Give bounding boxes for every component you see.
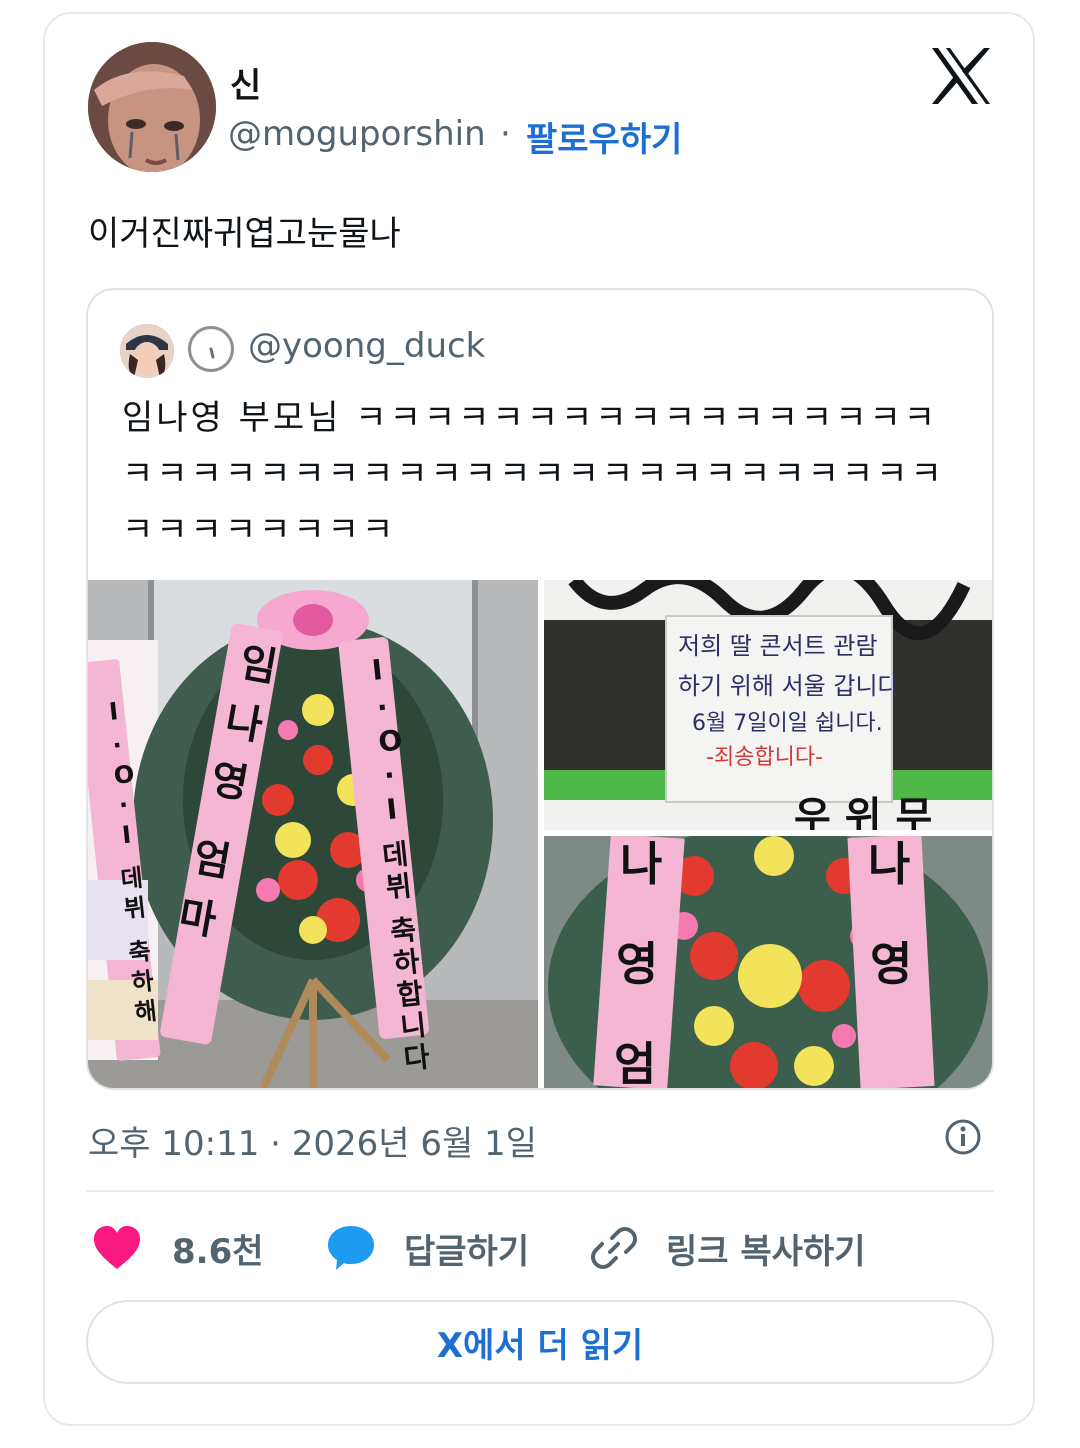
read-more-label: X에서 더 읽기 xyxy=(436,1325,644,1366)
link-icon xyxy=(591,1227,637,1269)
author-handle[interactable]: @moguporshin xyxy=(228,114,486,154)
quoted-tweet[interactable]: @yoong_duck 임나영 부모님 ㅋㅋㅋㅋㅋㅋㅋㅋㅋㅋㅋㅋㅋㅋㅋㅋㅋㅋㅋㅋ… xyxy=(86,288,994,1090)
author-display-name[interactable]: 신 xyxy=(230,58,261,107)
author-avatar[interactable] xyxy=(88,42,216,172)
sign-line4: -죄송합니다- xyxy=(706,745,823,770)
follow-button[interactable]: 팔로우하기 xyxy=(526,112,682,161)
copy-link-button[interactable]: 링크 복사하기 xyxy=(590,1224,866,1272)
tweet-text: 이거진짜귀엽고눈물나 xyxy=(88,214,401,254)
heart-icon xyxy=(94,1226,140,1269)
like-count: 8.6천 xyxy=(172,1231,264,1272)
reply-button[interactable]: 답글하기 xyxy=(326,1224,529,1272)
reply-label: 답글하기 xyxy=(404,1231,530,1272)
clock-badge-icon xyxy=(188,326,234,372)
closeup-ribbon-left-text: 나영엄 xyxy=(614,837,662,1088)
sign-line2: 하기 위해 서울 갑니다 xyxy=(678,672,900,700)
quoted-media-grid[interactable]: 임나영엄마 I·O·I데뷔축하합니다 I·O·I데뷔축하해 저희 딸 콘서트 관… xyxy=(88,580,992,1088)
separator-dot: · xyxy=(500,114,511,154)
quoted-author-handle[interactable]: @yoong_duck xyxy=(248,326,485,366)
sign-bottom-text: 우 위 무 xyxy=(794,794,932,830)
closed-sign-photo[interactable]: 저희 딸 콘서트 관람 하기 위해 서울 갑니다 6월 7일이일 쉽니다. -죄… xyxy=(544,580,992,830)
speech-bubble-icon xyxy=(328,1226,374,1270)
divider xyxy=(86,1190,994,1192)
x-logo-icon[interactable] xyxy=(930,46,992,106)
quoted-tweet-text: 임나영 부모님 ㅋㅋㅋㅋㅋㅋㅋㅋㅋㅋㅋㅋㅋㅋㅋㅋㅋㅋㅋㅋㅋㅋㅋㅋㅋㅋㅋㅋㅋㅋㅋㅋ… xyxy=(122,398,945,550)
sign-line3: 6월 7일이일 쉽니다. xyxy=(692,711,883,736)
wreath-closeup-photo[interactable]: 나영엄 나영 xyxy=(544,836,992,1088)
sign-line1: 저희 딸 콘서트 관람 xyxy=(678,632,878,660)
read-more-button[interactable]: X에서 더 읽기 xyxy=(86,1300,994,1384)
wreath-photo[interactable]: 임나영엄마 I·O·I데뷔축하합니다 I·O·I데뷔축하해 xyxy=(88,580,538,1088)
tweet-timestamp[interactable]: 오후 10:11 · 2026년 6월 1일 xyxy=(88,1116,537,1165)
quoted-author-avatar[interactable] xyxy=(120,324,174,378)
like-button[interactable]: 8.6천 xyxy=(92,1224,264,1272)
copy-link-label: 링크 복사하기 xyxy=(666,1231,866,1272)
info-icon[interactable] xyxy=(944,1118,982,1156)
